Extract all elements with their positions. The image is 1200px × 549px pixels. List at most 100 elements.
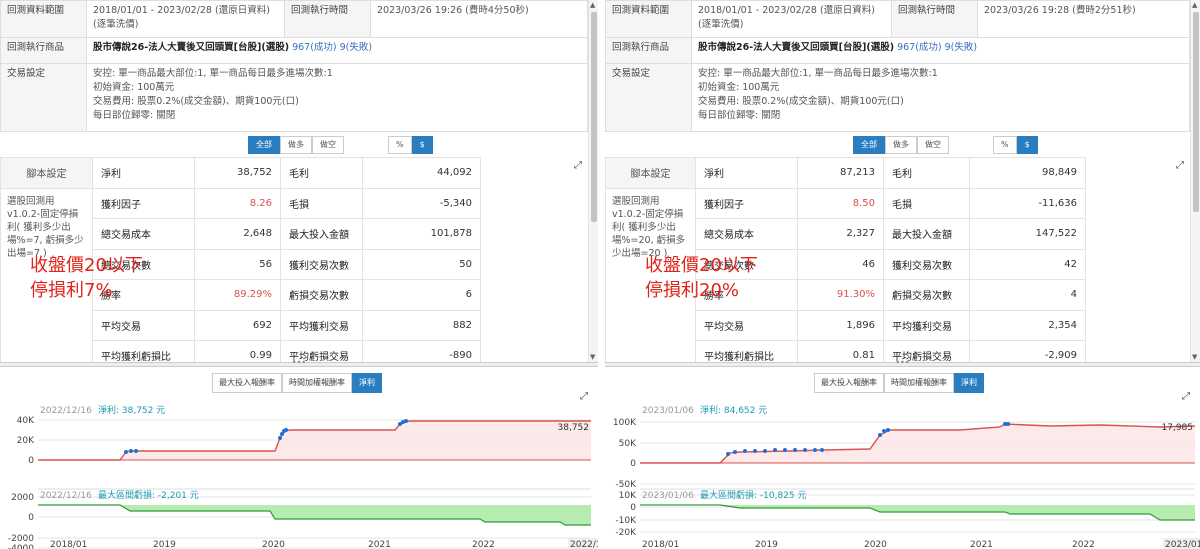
filter-button-1[interactable]: 做多 xyxy=(885,136,917,154)
net-profit-label: 淨利: 84,652 元 xyxy=(700,404,767,416)
unit-button-1[interactable]: $ xyxy=(1016,136,1038,154)
x-tick-label: 2020 xyxy=(864,540,887,549)
splitter-handle-icon[interactable]: ••• xyxy=(895,358,909,367)
stat-label: 平均獲利虧損比 xyxy=(695,340,798,362)
filter-button-2[interactable]: 做空 xyxy=(917,136,949,154)
expand-icon[interactable]: ⤢ xyxy=(1176,160,1184,171)
scroll-down-arrow-icon[interactable]: ▼ xyxy=(590,353,595,361)
filter-button-0[interactable]: 全部 xyxy=(248,136,280,154)
stats-row: 腳本設定 淨利 38,752 毛利 44,092 xyxy=(0,157,589,189)
stat-label: 獲利因子 xyxy=(92,187,195,219)
max-drawdown-label: 最大區間虧損: -2,201 元 xyxy=(98,489,199,501)
trade-marker xyxy=(134,449,138,453)
vertical-scrollbar[interactable]: ▲ ▼ xyxy=(1190,0,1200,362)
stat-value: 1,896 xyxy=(797,309,884,341)
stat-value: 882 xyxy=(362,309,481,341)
stat-value: 42 xyxy=(969,248,1086,280)
product-name: 股市傳說26-法人大賣後又回頭買[台股](選股) xyxy=(698,42,895,53)
trade-marker xyxy=(820,448,824,452)
stat-value: 87,213 xyxy=(797,157,884,189)
backtest-panel-left: 回測資料範圍 2018/01/01 - 2023/02/28 (還原日資料) (… xyxy=(0,0,598,549)
stat-value: 147,522 xyxy=(969,218,1086,250)
splitter-handle-icon[interactable]: ••• xyxy=(292,358,306,367)
trade-marker xyxy=(803,448,807,452)
product-name: 股市傳說26-法人大賣後又回頭買[台股](選股) xyxy=(93,42,290,53)
settings-line: 安控: 單一商品最大部位:1, 單一商品每日最多進場次數:1 xyxy=(698,68,938,79)
y-tick-label: 0 xyxy=(630,459,636,469)
stat-value: -11,636 xyxy=(969,187,1086,219)
stat-value: 6 xyxy=(362,279,481,311)
stat-label: 平均獲利交易 xyxy=(280,309,363,341)
trade-marker xyxy=(743,449,747,453)
top-date-label: 2023/01/06 xyxy=(642,406,694,416)
x-tick-label: 2019 xyxy=(153,540,176,549)
script-header: 腳本設定 xyxy=(0,157,93,189)
x-tick-label: 2022 xyxy=(1072,540,1095,549)
stat-value: 8.26 xyxy=(194,187,281,219)
period-value: 2018/01/01 - 2023/02/28 (還原日資料) (逐筆洗價) xyxy=(691,0,892,38)
y-tick-label: 0 xyxy=(28,513,34,523)
max-drawdown-label: 最大區間虧損: -10,825 元 xyxy=(700,489,807,501)
scroll-up-arrow-icon[interactable]: ▲ xyxy=(1192,1,1197,9)
product-value: 股市傳說26-法人大賣後又回頭買[台股](選股) 967(成功) 9(失敗) xyxy=(691,37,1190,64)
backtest-info-table: 回測資料範圍 2018/01/01 - 2023/02/28 (還原日資料) (… xyxy=(0,0,588,132)
settings-value: 安控: 單一商品最大部位:1, 單一商品每日最多進場次數:1 初始資金: 100萬… xyxy=(86,63,588,132)
stat-label: 虧損交易次數 xyxy=(883,279,970,311)
filter-button-2[interactable]: 做空 xyxy=(312,136,344,154)
filter-button-1[interactable]: 做多 xyxy=(280,136,312,154)
unit-button-0[interactable]: % xyxy=(993,136,1017,154)
x-end-label: 2023/01/06 xyxy=(1165,540,1200,549)
unit-button-1[interactable]: $ xyxy=(411,136,433,154)
top-date-label: 2022/12/16 xyxy=(40,406,92,416)
panel-gap xyxy=(598,0,605,549)
trade-marker xyxy=(753,449,757,453)
filter-button-0[interactable]: 全部 xyxy=(853,136,885,154)
scroll-down-arrow-icon[interactable]: ▼ xyxy=(1192,353,1197,361)
backtest-info-table: 回測資料範圍 2018/01/01 - 2023/02/28 (還原日資料) (… xyxy=(605,0,1190,132)
annotation-line-2: 停損利20% xyxy=(645,280,740,301)
trade-marker xyxy=(284,428,288,432)
stat-label: 獲利交易次數 xyxy=(883,248,970,280)
scroll-up-arrow-icon[interactable]: ▲ xyxy=(590,1,595,9)
y-tick-label: 10K xyxy=(619,491,637,501)
stat-value: 8.50 xyxy=(797,187,884,219)
stat-value: 91.30% xyxy=(797,279,884,311)
trade-marker xyxy=(773,448,777,452)
equity-chart: 100K 50K 0 -50K 2023/01/06 淨利: 84,652 元 17,985… xyxy=(613,404,1200,549)
y-tick-label: -20K xyxy=(615,528,637,538)
period-value: 2018/01/01 - 2023/02/28 (還原日資料) (逐筆洗價) xyxy=(86,0,285,38)
trade-marker xyxy=(1006,422,1010,426)
trade-marker xyxy=(726,452,730,456)
stat-value: -2,909 xyxy=(969,340,1086,362)
stats-row: 選股回測用v1.0.2-固定停損利( 獲利多少出場%=20, 虧損多少出場=20… xyxy=(605,187,1191,362)
trade-marker xyxy=(733,450,737,454)
fail-count-link[interactable]: 9(失敗) xyxy=(340,42,372,53)
trade-marker xyxy=(783,448,787,452)
chart-section: 最大投入報酬率 時間加權報酬率 淨利 ⤢ 40K 20K 0 2022/12/16 淨利: … xyxy=(0,367,598,549)
y-tick-label: -4000 xyxy=(8,544,34,549)
success-count-link[interactable]: 967(成功) xyxy=(292,42,337,53)
trade-marker xyxy=(813,448,817,452)
script-header: 腳本設定 xyxy=(605,157,696,189)
y-tick-label: 50K xyxy=(619,439,637,449)
stat-label: 毛損 xyxy=(883,187,970,219)
fail-count-link[interactable]: 9(失敗) xyxy=(945,42,977,53)
stat-value: 46 xyxy=(797,248,884,280)
report-section: 回測資料範圍 2018/01/01 - 2023/02/28 (還原日資料) (… xyxy=(0,0,598,362)
equity-chart: 40K 20K 0 2022/12/16 淨利: 38,752 元 38,752 2000 0… xyxy=(8,404,598,549)
scroll-thumb[interactable] xyxy=(1193,12,1199,212)
stat-label: 總交易成本 xyxy=(695,218,798,250)
trade-marker xyxy=(129,449,133,453)
stat-label: 毛利 xyxy=(883,157,970,189)
y-tick-label: -10K xyxy=(615,516,637,526)
scroll-thumb[interactable] xyxy=(591,12,597,222)
vertical-scrollbar[interactable]: ▲ ▼ xyxy=(588,0,598,362)
stat-value: 0.81 xyxy=(797,340,884,362)
trade-marker xyxy=(278,436,282,440)
period-label: 回測資料範圍 xyxy=(605,0,692,38)
x-tick-label: 2021 xyxy=(368,540,391,549)
expand-icon[interactable]: ⤢ xyxy=(574,160,582,171)
annotation-line-2: 停損利7% xyxy=(30,280,113,301)
unit-button-0[interactable]: % xyxy=(388,136,412,154)
success-count-link[interactable]: 967(成功) xyxy=(897,42,942,53)
